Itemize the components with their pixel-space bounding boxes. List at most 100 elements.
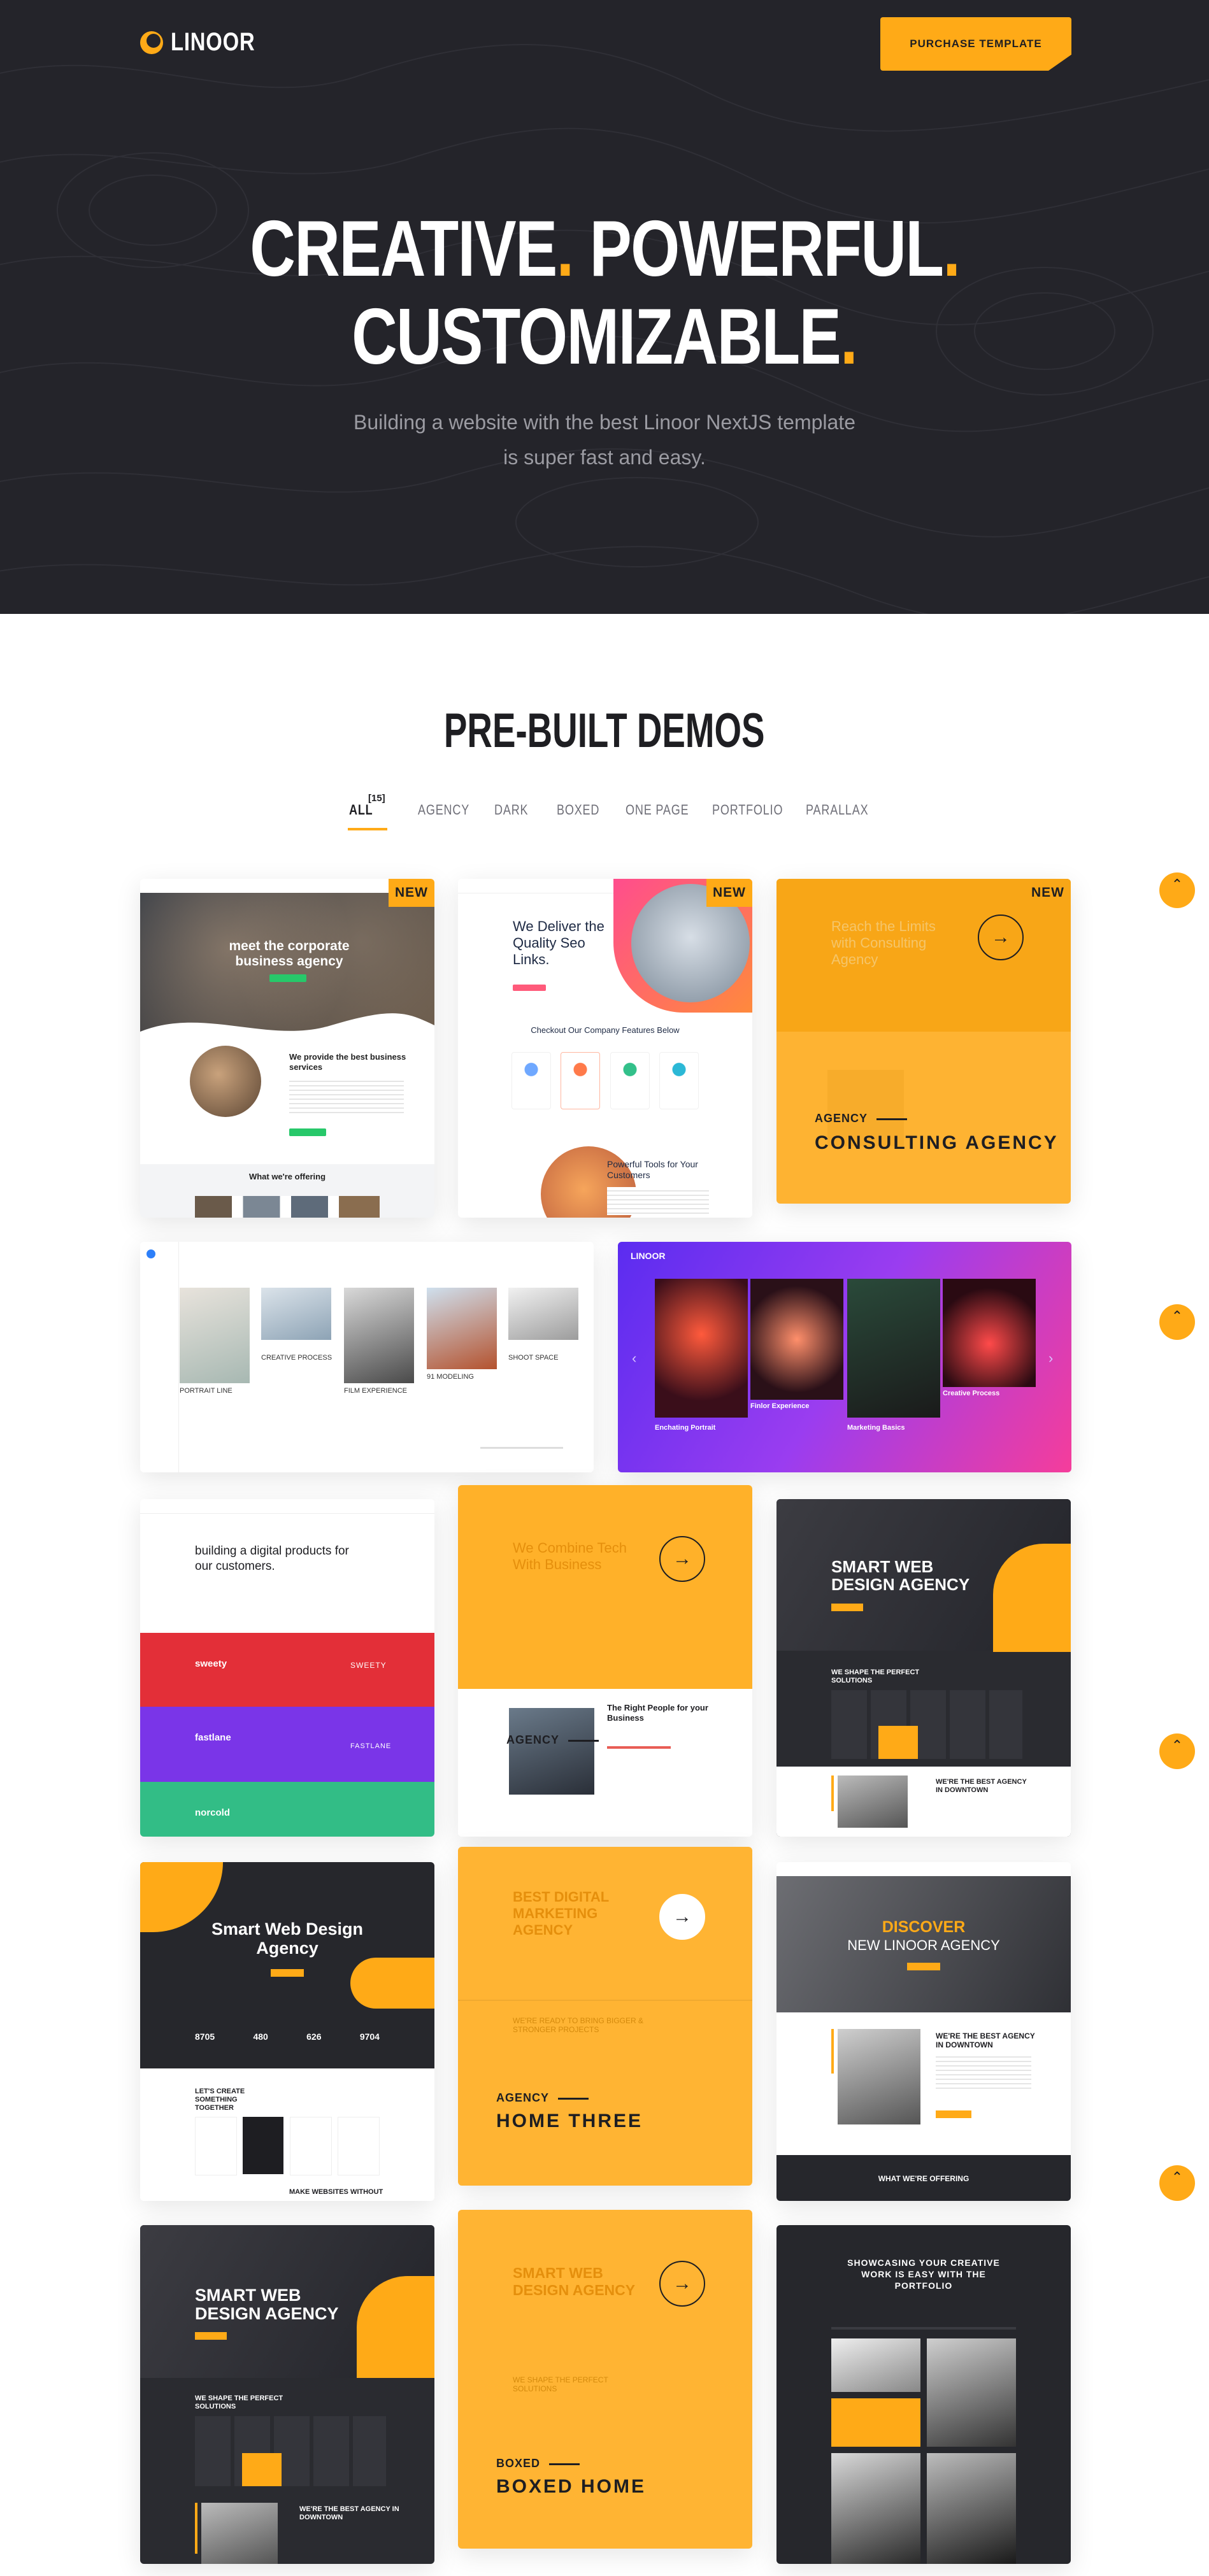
demo-card-boxed-home[interactable]: SMART WEB DESIGN AGENCY → WE SHAPE THE P… bbox=[458, 2210, 752, 2549]
demo-card-smart-web-yellow[interactable]: Smart Web Design Agency 8705 480 626 970… bbox=[140, 1862, 434, 2201]
demo-card-smart-web-dark[interactable]: SMART WEB DESIGN AGENCY WE SHAPE THE PER… bbox=[776, 1499, 1071, 1837]
portfolio-item-label: SHOOT SPACE bbox=[508, 1354, 559, 1362]
chevron-up-icon[interactable]: ⌃ bbox=[1159, 2165, 1195, 2201]
hero-dot: . bbox=[840, 293, 859, 381]
demo-card-consulting-agency[interactable]: Reach the Limits with Consulting Agency … bbox=[776, 879, 1071, 1204]
hero-title-line-2: CUSTOMIZABLE. bbox=[0, 293, 1209, 381]
band-title: fastlane bbox=[195, 1732, 231, 1743]
chevron-up-icon[interactable]: ⌃ bbox=[1159, 1304, 1195, 1340]
portfolio-item-label: FILM EXPERIENCE bbox=[344, 1387, 408, 1395]
mini-cta bbox=[831, 1604, 863, 1611]
portfolio-thumb bbox=[508, 1288, 578, 1340]
demo-title: CONSULTING AGENCY bbox=[815, 1132, 1059, 1153]
content-area: The Right People for your Business bbox=[458, 1689, 752, 1837]
demo-card-smart-web-dark-2[interactable]: SMART WEB DESIGN AGENCY WE SHAPE THE PER… bbox=[140, 2225, 434, 2564]
mini-cta bbox=[271, 1969, 304, 1977]
portfolio-slide bbox=[750, 1279, 843, 1400]
best-agency-text: WE'RE THE BEST AGENCY IN DOWNTOWN bbox=[936, 2032, 1035, 2049]
band-sweety: sweety SWEETY bbox=[140, 1633, 434, 1707]
bg-hero-text: SMART WEB DESIGN AGENCY bbox=[513, 2265, 636, 2298]
accent-bar bbox=[831, 2029, 834, 2074]
slider-prev-icon[interactable]: ‹ bbox=[632, 1350, 636, 1367]
slider-next-icon[interactable]: › bbox=[1048, 1350, 1053, 1367]
filter-tab-all[interactable]: ALL bbox=[349, 802, 373, 818]
open-demo-arrow-icon[interactable]: → bbox=[659, 2261, 705, 2307]
card-hero-text: DISCOVER bbox=[882, 1918, 966, 1936]
portfolio-slide bbox=[943, 1279, 1036, 1387]
band-norcold: norcold bbox=[140, 1782, 434, 1837]
hover-overlay bbox=[458, 1485, 752, 1689]
filter-tab-portfolio[interactable]: PORTFOLIO bbox=[712, 802, 783, 818]
hero-word-customizable: CUSTOMIZABLE bbox=[352, 293, 842, 381]
filter-tab-agency[interactable]: AGENCY bbox=[418, 802, 469, 818]
logo-mark-icon bbox=[140, 31, 163, 54]
card-hero-text: building a digital products for our cust… bbox=[195, 1544, 349, 1573]
mini-header bbox=[776, 1862, 1071, 1877]
demo-category: AGENCY bbox=[506, 1733, 599, 1747]
open-demo-arrow-icon[interactable]: → bbox=[659, 1894, 705, 1940]
card-subtext: The Right People for your Business bbox=[607, 1703, 708, 1723]
about-photos bbox=[838, 2029, 920, 2124]
portfolio-thumb bbox=[927, 2338, 1016, 2447]
filter-tab-parallax[interactable]: PARALLAX bbox=[806, 802, 868, 818]
mini-cta bbox=[936, 2110, 971, 2118]
new-badge: NEW bbox=[1031, 885, 1064, 900]
demo-card-home-three[interactable]: BEST DIGITAL MARKETING AGENCY → WE'RE RE… bbox=[458, 1847, 752, 2186]
open-demo-arrow-icon[interactable]: → bbox=[659, 1536, 705, 1582]
demos-section-title: PRE-BUILT DEMOS bbox=[444, 704, 765, 758]
demo-title: BOXED HOME bbox=[496, 2476, 647, 2497]
card-section-title: What we're offering bbox=[248, 1172, 326, 1181]
service-active bbox=[878, 1726, 918, 1759]
accent-bar bbox=[195, 2503, 197, 2554]
demo-title: HOME THREE bbox=[496, 2110, 643, 2131]
card-hero-text-2: NEW LINOOR AGENCY bbox=[847, 1937, 1000, 1953]
open-demo-arrow-icon[interactable]: → bbox=[978, 914, 1024, 960]
band-title: sweety bbox=[195, 1658, 227, 1669]
offering-band: What we're offering bbox=[140, 1164, 434, 1218]
purchase-template-button[interactable]: PURCHASE TEMPLATE bbox=[880, 17, 1071, 71]
portfolio-thumb bbox=[831, 2338, 920, 2392]
hero-word-creative: CREATIVE bbox=[249, 205, 557, 293]
filter-tab-dark[interactable]: DARK bbox=[494, 802, 528, 818]
about-photo bbox=[201, 2503, 278, 2564]
portfolio-slide bbox=[655, 1279, 748, 1418]
filter-tab-boxed[interactable]: BOXED bbox=[557, 802, 599, 818]
content-area: WE'RE THE BEST AGENCY IN DOWNTOWN bbox=[776, 1767, 1071, 1837]
slide-label: Creative Process bbox=[943, 1390, 1000, 1397]
service-grid bbox=[831, 1690, 1022, 1759]
band-title: norcold bbox=[195, 1807, 230, 1818]
bg-hero-text: We Combine Tech With Business bbox=[513, 1540, 627, 1572]
portfolio-thumb bbox=[180, 1288, 250, 1383]
mini-cta bbox=[195, 2332, 227, 2340]
demo-card-corporate[interactable]: meet the corporate business agency We pr… bbox=[140, 879, 434, 1218]
card-subheading: We provide the best business services bbox=[289, 1052, 406, 1072]
chevron-up-icon[interactable]: ⌃ bbox=[1159, 872, 1195, 908]
portfolio-item-label: CREATIVE PROCESS bbox=[261, 1354, 333, 1362]
mini-logo-icon bbox=[147, 1249, 155, 1258]
filter-tab-one-page[interactable]: ONE PAGE bbox=[626, 802, 689, 818]
hero-title-line-1: CREATIVE. POWERFUL. bbox=[0, 205, 1209, 293]
feature-row bbox=[512, 1052, 699, 1109]
band-logo: SWEETY bbox=[350, 1661, 387, 1670]
slide-label: Marketing Basics bbox=[847, 1424, 905, 1432]
service-active bbox=[242, 2453, 282, 2486]
bg-hero-text: BEST DIGITAL MARKETING AGENCY bbox=[513, 1889, 609, 1938]
card-hero-text: We Deliver the Quality Seo Links. bbox=[513, 918, 604, 967]
stat-value: 626 bbox=[306, 2032, 322, 2042]
demo-card-tech-business[interactable]: We Combine Tech With Business → The Righ… bbox=[458, 1485, 752, 1837]
demo-card-portfolio-gradient[interactable]: LINOOR Enchating Portrait Finlor Experie… bbox=[618, 1242, 1071, 1472]
logo[interactable]: LINOOR bbox=[139, 28, 274, 57]
demo-card-portfolio-dark[interactable]: SHOWCASING YOUR CREATIVE WORK IS EASY WI… bbox=[776, 2225, 1071, 2564]
offering-photos bbox=[195, 1196, 380, 1218]
demo-card-digital-products[interactable]: building a digital products for our cust… bbox=[140, 1499, 434, 1837]
portfolio-thumb bbox=[261, 1288, 331, 1340]
bg-subtext: WE'RE READY TO BRING BIGGER & STRONGER P… bbox=[513, 2016, 644, 2034]
tools-heading: Powerful Tools for Your Customers bbox=[607, 1159, 698, 1180]
demo-card-seo[interactable]: We Deliver the Quality Seo Links. Checko… bbox=[458, 879, 752, 1218]
demo-card-portfolio-light[interactable]: PORTRAIT LINE CREATIVE PROCESS FILM EXPE… bbox=[140, 1242, 594, 1472]
card-hero-text: Smart Web Design Agency bbox=[211, 1919, 364, 1958]
demo-card-discover-agency[interactable]: DISCOVER NEW LINOOR AGENCY WE'RE THE BES… bbox=[776, 1862, 1071, 2201]
best-agency-text: WE'RE THE BEST AGENCY IN DOWNTOWN bbox=[299, 2505, 399, 2521]
chevron-up-icon[interactable]: ⌃ bbox=[1159, 1733, 1195, 1769]
card-hero-text: SHOWCASING YOUR CREATIVE WORK IS EASY WI… bbox=[847, 2258, 1000, 2291]
